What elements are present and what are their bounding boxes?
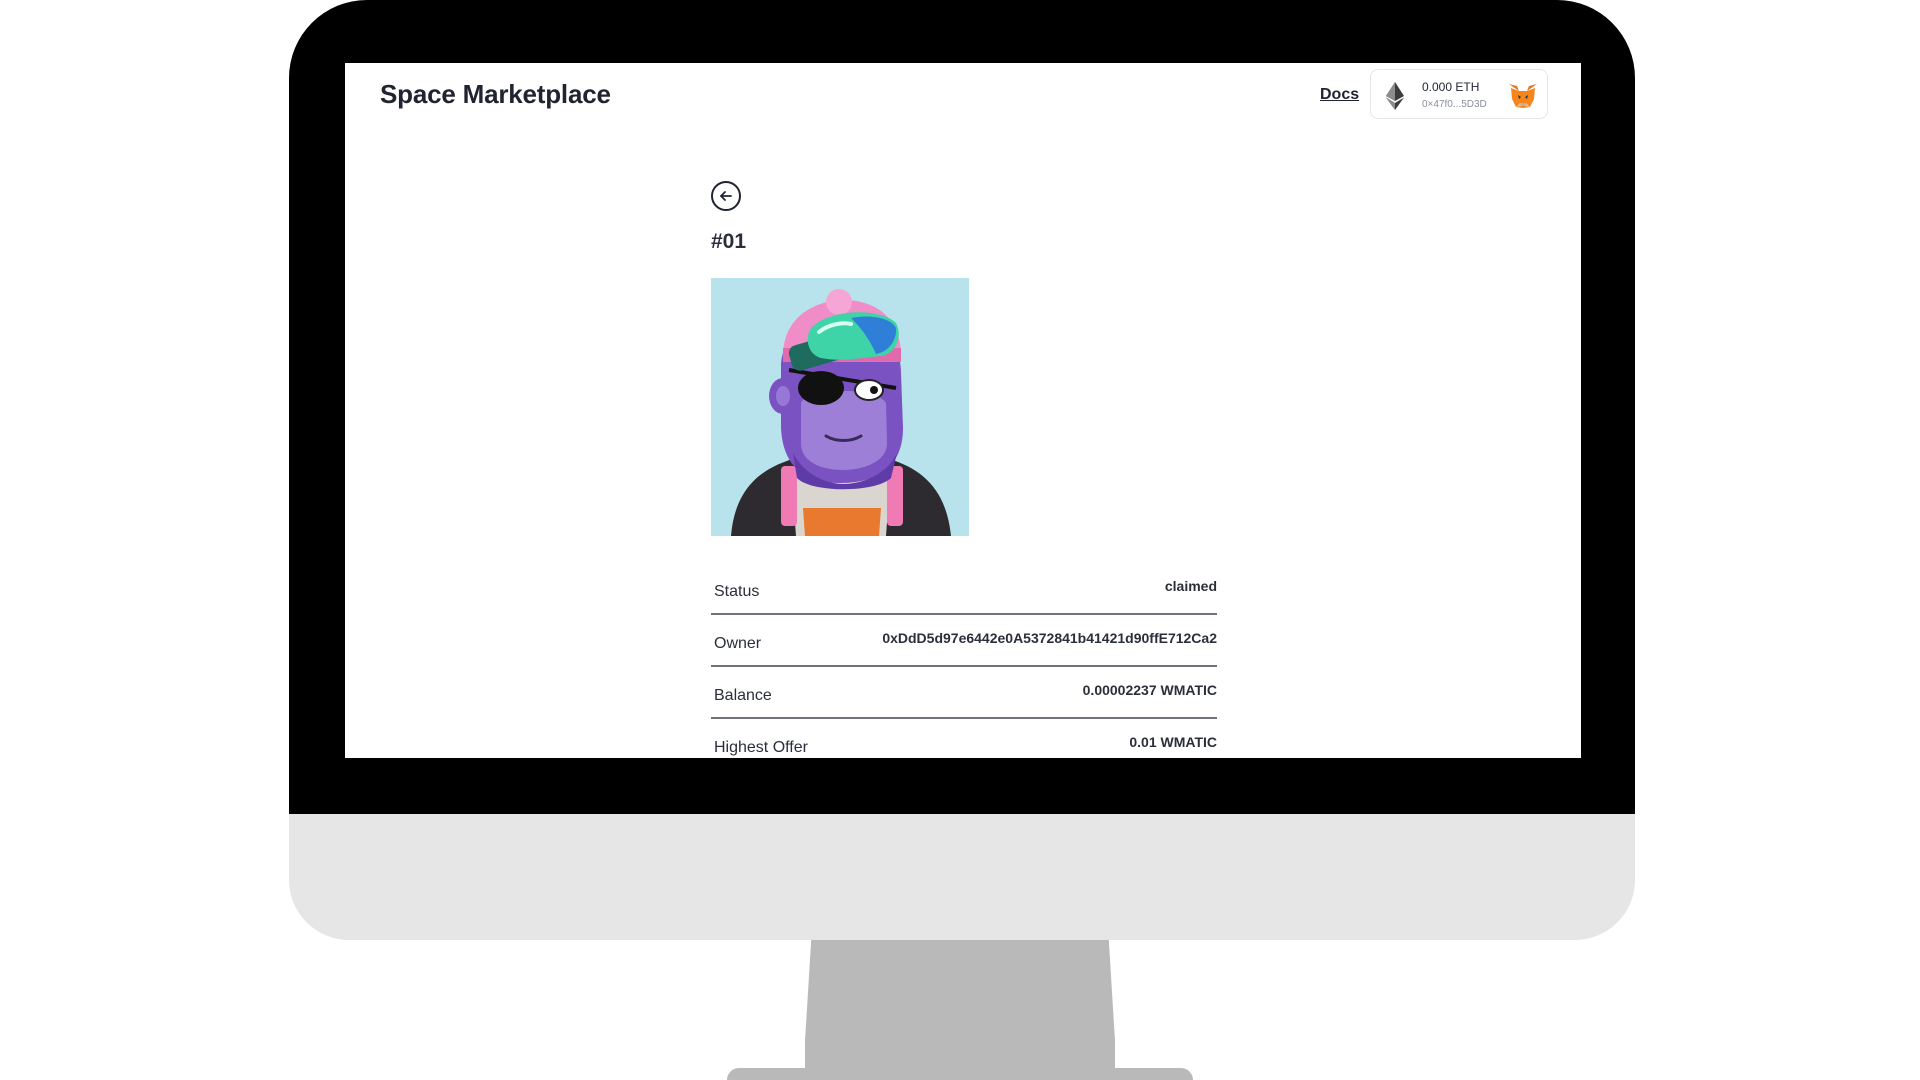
highest-offer-label: Highest Offer [714, 739, 808, 756]
owner-value: 0xDdD5d97e6442e0A5372841b41421d90ffE712C… [882, 630, 1217, 646]
status-label: Status [714, 583, 760, 600]
app-title: Space Marketplace [380, 79, 611, 109]
wallet-address: 0×47f0...5D3D [1422, 99, 1487, 110]
back-button[interactable] [711, 181, 741, 211]
highest-offer-value: 0.01 WMATIC [1129, 734, 1217, 750]
status-value: claimed [1164, 578, 1217, 594]
detail-table: Status claimed Owner 0xDdD5d97e6442e0A53… [711, 563, 1217, 758]
app-screen: Space Marketplace Docs 0.000 ETH 0×47f0.… [345, 63, 1581, 758]
ape-artwork [711, 278, 969, 536]
balance-label: Balance [714, 687, 772, 704]
table-row: Status claimed [711, 563, 1217, 615]
table-row: Highest Offer 0.01 WMATIC [711, 719, 1217, 758]
wallet-button[interactable]: 0.000 ETH 0×47f0...5D3D [1370, 69, 1548, 119]
nft-image [711, 278, 969, 536]
table-row: Balance 0.00002237 WMATIC [711, 667, 1217, 719]
ethereum-icon [1386, 82, 1404, 110]
balance-value: 0.00002237 WMATIC [1082, 682, 1217, 698]
metamask-fox-icon [1509, 84, 1537, 108]
wallet-balance: 0.000 ETH [1422, 80, 1480, 94]
monitor-stand [805, 940, 1115, 1080]
docs-link[interactable]: Docs [1320, 86, 1359, 104]
owner-label: Owner [714, 635, 762, 652]
monitor-chin [289, 814, 1635, 940]
arrow-left-icon [720, 191, 732, 201]
table-row: Owner 0xDdD5d97e6442e0A5372841b41421d90f… [711, 615, 1217, 667]
monitor-foot [727, 1068, 1193, 1080]
item-id: #01 [711, 230, 747, 253]
